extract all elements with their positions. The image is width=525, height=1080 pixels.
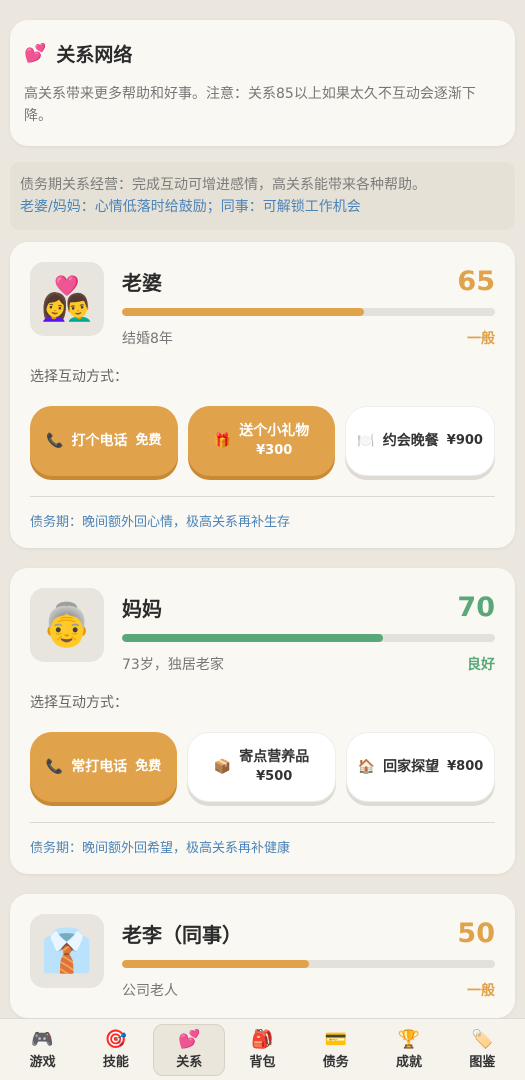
intro-description: 高关系带来更多帮助和好事。注意：关系85以上如果太久不互动会逐渐下降。	[24, 86, 476, 124]
relationship-bar-fill	[122, 960, 309, 968]
gamepad-icon: 🎮	[31, 1029, 54, 1050]
bottom-nav: 🎮 游戏 🎯 技能 💕 关系 🎒 背包 💳 债务 🏆 成就 🏷️ 图鉴	[0, 1018, 525, 1080]
debt-note: 债务期：晚间额外回希望，极高关系再补健康	[30, 841, 291, 856]
nav-item-game[interactable]: 🎮 游戏	[7, 1024, 79, 1076]
person-description: 结婚8年	[122, 331, 173, 347]
action-label: 常打电话	[71, 759, 128, 775]
relationship-bar-fill	[122, 308, 365, 316]
choose-interaction-label: 选择互动方式：	[30, 695, 128, 711]
relationship-intro-card: 💕 关系网络 高关系带来更多帮助和好事。注意：关系85以上如果太久不互动会逐渐下…	[10, 20, 515, 146]
nav-label: 技能	[102, 1055, 129, 1070]
action-price: ¥500	[256, 769, 293, 784]
action-label: 打个电话	[71, 433, 128, 449]
relationship-score: 70	[457, 591, 495, 623]
intro-header: 💕 关系网络	[24, 40, 501, 67]
avatar: 👔	[30, 914, 104, 988]
relationship-score: 50	[457, 917, 495, 949]
nav-item-collection[interactable]: 🏷️ 图鉴	[446, 1024, 518, 1076]
nav-label: 游戏	[29, 1055, 56, 1070]
gift-icon: 🎁	[213, 433, 232, 449]
heart-icon: 💕	[177, 1029, 201, 1050]
nav-label: 背包	[249, 1055, 276, 1070]
call-often-button[interactable]: 📞 常打电话 免费	[30, 732, 177, 802]
dinner-icon: 🍽️	[357, 433, 375, 449]
person-name: 老婆	[122, 270, 162, 295]
avatar: 👵	[30, 588, 104, 662]
trophy-icon: 🏆	[397, 1029, 421, 1050]
nav-label: 关系	[176, 1055, 203, 1070]
nav-item-backpack[interactable]: 🎒 背包	[226, 1024, 298, 1076]
home-icon: 🏠	[357, 759, 376, 775]
person-card-wife: 👩‍❤️‍👨 老婆 65 结婚8年 一般 选择互动方式： 📞 打个电话	[10, 242, 515, 548]
action-price: ¥300	[256, 443, 293, 458]
nav-label: 图鉴	[469, 1055, 496, 1070]
person-card-colleague: 👔 老李（同事） 50 公司老人 一般	[10, 894, 515, 1018]
send-gift-button[interactable]: 🎁 送个小礼物 ¥300	[187, 406, 336, 476]
action-label: 约会晚餐	[382, 433, 439, 449]
person-description: 73岁，独居老家	[122, 657, 224, 673]
relationship-score: 65	[457, 265, 495, 297]
debt-tip-box: 债务期关系经营：完成互动可增进感情，高关系能带来各种帮助。 老婆/妈妈：心情低落…	[10, 162, 515, 230]
action-price: 免费	[135, 433, 162, 448]
send-supplements-button[interactable]: 📦 寄点营养品 ¥500	[187, 732, 336, 802]
relationship-level: 良好	[467, 657, 495, 673]
tag-icon: 🏷️	[471, 1029, 494, 1050]
relationship-bar	[122, 308, 495, 316]
action-price: ¥900	[446, 433, 483, 448]
action-label: 送个小礼物	[239, 423, 310, 439]
nav-item-debt[interactable]: 💳 债务	[300, 1024, 372, 1076]
heart-icon: 💕	[24, 43, 47, 64]
relationship-bar	[122, 960, 495, 968]
relationship-level: 一般	[467, 331, 495, 347]
nav-item-skills[interactable]: 🎯 技能	[80, 1024, 152, 1076]
action-price: ¥800	[447, 759, 484, 774]
visit-home-button[interactable]: 🏠 回家探望 ¥800	[346, 732, 495, 802]
backpack-icon: 🎒	[251, 1029, 274, 1050]
nav-label: 债务	[322, 1055, 349, 1070]
avatar: 👩‍❤️‍👨	[30, 262, 104, 336]
relationship-bar-fill	[122, 634, 384, 642]
divider	[30, 822, 495, 823]
divider	[30, 496, 495, 497]
action-label: 回家探望	[383, 759, 440, 775]
call-button[interactable]: 📞 打个电话 免费	[30, 406, 178, 476]
package-icon: 📦	[213, 759, 232, 775]
main-scroll-area[interactable]: 💕 关系网络 高关系带来更多帮助和好事。注意：关系85以上如果太久不互动会逐渐下…	[0, 0, 525, 1018]
relationship-bar	[122, 634, 495, 642]
phone-icon: 📞	[45, 759, 64, 775]
person-card-mom: 👵 妈妈 70 73岁，独居老家 良好 选择互动方式： 📞 常打电话 免费 📦 …	[10, 568, 515, 874]
card-icon: 💳	[324, 1029, 347, 1050]
person-name: 老李（同事）	[122, 922, 242, 947]
tip-line-2: 老婆/妈妈：心情低落时给鼓励；同事：可解锁工作机会	[20, 199, 361, 215]
relationship-level: 一般	[467, 983, 495, 999]
person-name: 妈妈	[122, 596, 162, 621]
nav-label: 成就	[396, 1055, 423, 1070]
nav-item-achievements[interactable]: 🏆 成就	[373, 1024, 445, 1076]
dinner-date-button[interactable]: 🍽️ 约会晚餐 ¥900	[345, 406, 496, 476]
action-price: 免费	[135, 759, 162, 774]
action-label: 寄点营养品	[239, 749, 310, 765]
phone-icon: 📞	[46, 433, 64, 449]
target-icon: 🎯	[104, 1029, 128, 1050]
person-description: 公司老人	[122, 983, 178, 999]
choose-interaction-label: 选择互动方式：	[30, 369, 128, 385]
debt-note: 债务期：晚间额外回心情，极高关系再补生存	[30, 515, 291, 530]
nav-item-relationships[interactable]: 💕 关系	[153, 1023, 226, 1076]
page-title: 关系网络	[56, 44, 133, 66]
tip-line-1: 债务期关系经营：完成互动可增进感情，高关系能带来各种帮助。	[20, 177, 426, 193]
